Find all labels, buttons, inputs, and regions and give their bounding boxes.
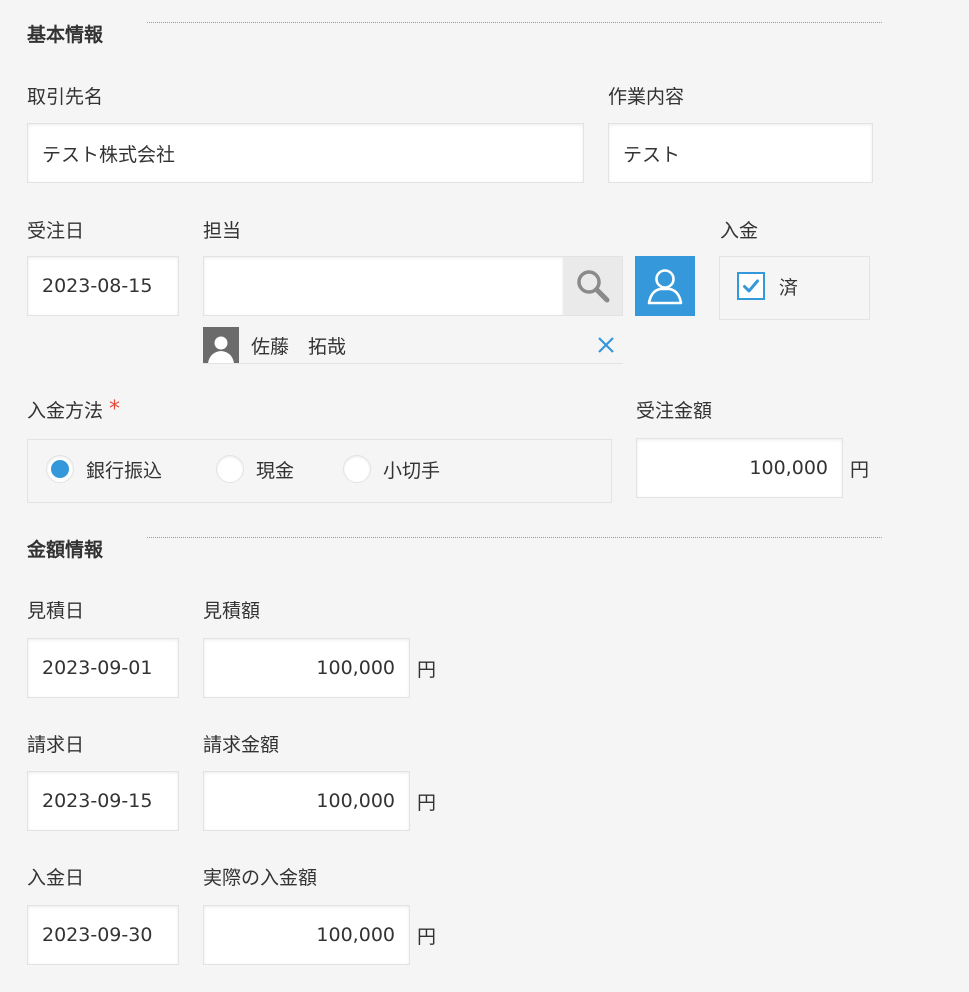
user-avatar-icon	[208, 336, 234, 363]
radio-button[interactable]	[343, 455, 371, 483]
radio-cash[interactable]: 現金	[216, 455, 294, 483]
checkbox[interactable]	[737, 272, 765, 300]
user-select-button[interactable]	[635, 256, 695, 316]
payment-method-label-row: 入金方法 *	[27, 396, 120, 423]
actual-payment-amount-label: 実際の入金額	[203, 867, 318, 889]
assignee-search-button[interactable]	[563, 256, 623, 316]
client-name-label: 取引先名	[27, 86, 104, 108]
search-icon	[576, 270, 609, 303]
payment-method-label: 入金方法	[27, 400, 104, 422]
radio-button-selected[interactable]	[46, 455, 74, 483]
order-amount-unit: 円	[850, 459, 870, 481]
payment-date-input[interactable]: 2023-09-30	[27, 905, 179, 965]
order-amount-input[interactable]: 100,000	[636, 438, 843, 498]
radio-label: 現金	[256, 459, 295, 482]
assignee-search-input[interactable]	[203, 256, 564, 316]
invoice-date-input[interactable]: 2023-09-15	[27, 771, 179, 831]
avatar	[203, 327, 239, 363]
order-amount-label: 受注金額	[636, 400, 713, 422]
estimate-date-input[interactable]: 2023-09-01	[27, 638, 179, 698]
estimate-amount-input[interactable]: 100,000	[203, 638, 410, 698]
selected-user-chip: 佐藤 拓哉	[203, 327, 623, 364]
section-divider	[147, 22, 882, 23]
payment-status-box: 済	[719, 256, 870, 320]
actual-payment-amount-unit: 円	[417, 926, 437, 948]
work-content-label: 作業内容	[608, 86, 685, 108]
payment-status-label: 入金	[720, 220, 759, 242]
radio-button[interactable]	[216, 455, 244, 483]
order-date-label: 受注日	[27, 220, 85, 242]
invoice-amount-input[interactable]: 100,000	[203, 771, 410, 831]
actual-payment-amount-input[interactable]: 100,000	[203, 905, 410, 965]
payment-method-radio-group: 銀行振込 現金 小切手	[27, 439, 612, 503]
estimate-amount-label: 見積額	[203, 600, 261, 622]
order-date-input[interactable]: 2023-08-15	[27, 256, 179, 316]
check-icon	[743, 279, 759, 293]
estimate-amount-unit: 円	[417, 659, 437, 681]
payment-status-option-label: 済	[779, 276, 799, 299]
client-name-input[interactable]: テスト株式会社	[27, 123, 584, 183]
work-content-input[interactable]: テスト	[608, 123, 873, 183]
radio-bank-transfer[interactable]: 銀行振込	[46, 455, 162, 483]
payment-date-label: 入金日	[27, 867, 85, 889]
close-icon[interactable]	[595, 334, 617, 356]
invoice-amount-label: 請求金額	[203, 734, 280, 756]
estimate-date-label: 見積日	[27, 600, 85, 622]
invoice-date-label: 請求日	[27, 734, 85, 756]
section-title-amount: 金額情報	[27, 539, 104, 561]
section-title-basic: 基本情報	[27, 24, 104, 46]
assignee-label: 担当	[203, 220, 242, 242]
selected-user-name: 佐藤 拓哉	[251, 335, 347, 358]
radio-check[interactable]: 小切手	[343, 455, 440, 483]
radio-label: 銀行振込	[86, 459, 163, 482]
invoice-amount-unit: 円	[417, 792, 437, 814]
required-mark: *	[109, 397, 121, 422]
radio-label: 小切手	[383, 459, 441, 482]
user-icon	[647, 269, 683, 305]
payment-status-checkbox[interactable]: 済	[737, 272, 798, 300]
section-divider	[147, 537, 882, 538]
